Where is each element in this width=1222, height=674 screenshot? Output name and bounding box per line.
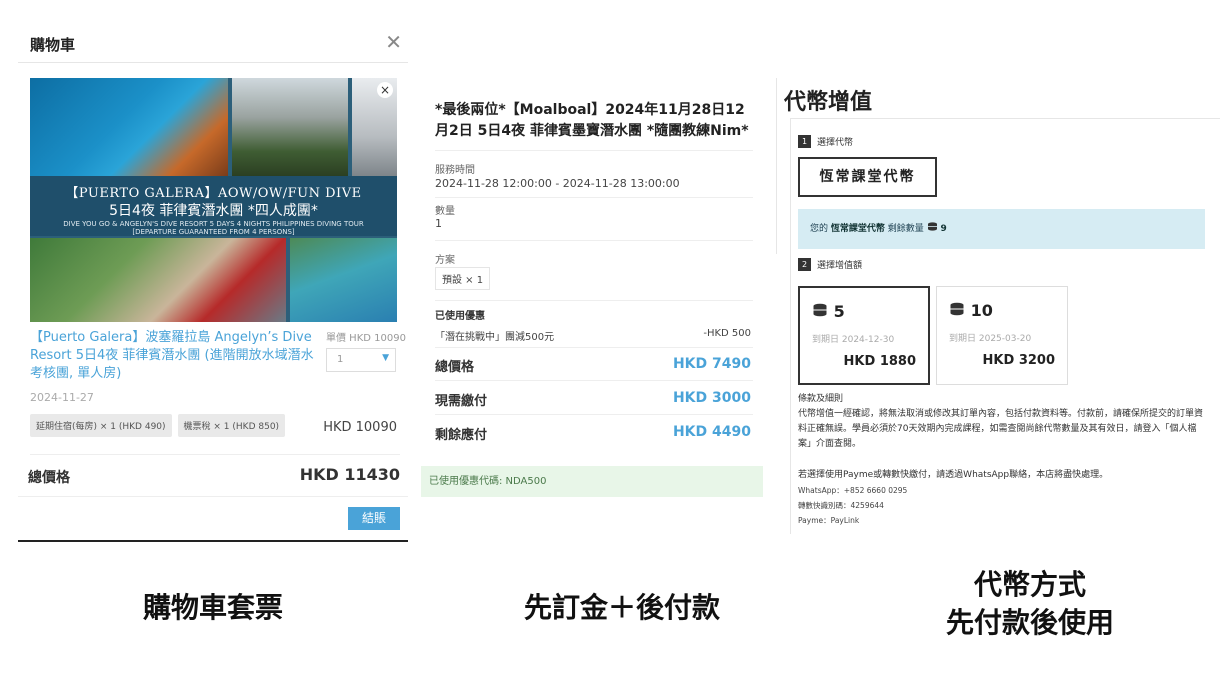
plan-chip: 預設 × 1 xyxy=(435,267,491,290)
divider xyxy=(435,150,753,151)
unit-price: 單價 HKD 10090 xyxy=(326,333,406,344)
coins-icon xyxy=(927,222,941,234)
topup-price: HKD 1880 xyxy=(843,354,916,369)
caption-token-line1: 代幣方式 xyxy=(973,568,1086,601)
product-banner-image: 【PUERTO GALERA】AOW/OW/FUN DIVE 5日4夜 菲律賓潛… xyxy=(30,78,397,322)
service-time-value: 2024-11-28 12:00:00 - 2024-11-28 13:00:0… xyxy=(435,177,680,190)
summary-value: HKD 4490 xyxy=(672,424,751,440)
cart-panel: 購物車 ✕ 【PUERTO GALERA】AOW/OW/FUN DIVE 5日4… xyxy=(18,26,408,544)
step-label: 選擇代幣 xyxy=(817,138,854,148)
remove-item-icon[interactable]: × xyxy=(377,82,393,98)
balance-token-name: 恆常課堂代幣 xyxy=(830,224,885,234)
topup-expiry: 到期日 2024-12-30 xyxy=(812,335,895,345)
banner-tagline-2: [DEPARTURE GUARANTEED FROM 4 PERSONS] xyxy=(132,228,295,236)
poolside-photo xyxy=(30,238,286,322)
topup-qty-value: 10 xyxy=(970,301,993,320)
underwater-photo xyxy=(30,78,228,176)
caption-deposit: 先訂金＋後付款 xyxy=(523,591,720,624)
terms-section: 條款及細則 代幣增值一經確認，將無法取消或修改其訂單內容，包括付款資料等。付款前… xyxy=(798,392,1208,452)
token-balance-notice: 您的 恆常課堂代幣 剩餘數量 9 xyxy=(798,209,1205,249)
terms-body: 代幣增值一經確認，將無法取消或修改其訂單內容，包括付款資料等。付款前，請確保所提… xyxy=(798,409,1204,449)
step-label: 選擇增值額 xyxy=(817,261,863,271)
coins-icon xyxy=(813,303,827,317)
divider xyxy=(435,414,753,415)
total-label: 總價格 xyxy=(28,470,70,486)
quantity-select[interactable]: 1 ▼ xyxy=(326,348,396,372)
divider xyxy=(776,78,777,254)
divider xyxy=(435,197,753,198)
topup-option-10[interactable]: 10 到期日 2025-03-20 HKD 3200 xyxy=(936,286,1068,385)
divider xyxy=(18,540,408,542)
bay-photo xyxy=(290,238,397,322)
item-total: HKD 10090 xyxy=(323,420,397,435)
divider xyxy=(18,62,408,63)
summary-value: HKD 7490 xyxy=(672,356,751,372)
quantity-value: 1 xyxy=(337,354,344,365)
summary-label: 總價格 xyxy=(435,360,475,375)
balance-suffix: 剩餘數量 xyxy=(887,224,924,234)
addon-list: 延期住宿(每房) × 1 (HKD 490) 機票稅 × 1 (HKD 850) xyxy=(30,414,286,437)
token-topup-title: 代幣增值 xyxy=(784,90,873,115)
caption-cart: 購物車套票 xyxy=(142,591,283,624)
chevron-down-icon: ▼ xyxy=(382,353,389,363)
divider xyxy=(435,300,753,301)
topup-qty-value: 5 xyxy=(833,302,845,321)
coupon-used-banner: 已使用優惠代碼: NDA500 xyxy=(421,466,763,497)
divider xyxy=(435,380,753,381)
topup-option-5[interactable]: 5 到期日 2024-12-30 HKD 1880 xyxy=(798,286,930,385)
whatsapp-contact: WhatsApp：+852 6660 0295 xyxy=(798,486,908,495)
topup-price: HKD 3200 xyxy=(982,353,1055,368)
divider xyxy=(18,496,408,497)
banner-tagline-1: DIVE YOU GO & ANGELYN'S DIVE RESORT 5 DA… xyxy=(63,220,364,228)
payment-note: 若選擇使用Payme或轉數快繳付，請透過WhatsApp聯絡，本店將盡快處理。 xyxy=(798,470,1109,480)
token-type-option[interactable]: 恆常課堂代幣 xyxy=(798,157,937,197)
topup-qty: 5 xyxy=(812,302,845,321)
payme-link[interactable]: Payme：PayLink xyxy=(798,513,1208,528)
divider xyxy=(435,240,753,241)
addon-chip: 機票稅 × 1 (HKD 850) xyxy=(177,414,286,437)
close-icon[interactable]: ✕ xyxy=(385,32,402,52)
discount-title: 已使用優惠 xyxy=(435,311,485,322)
service-time-label: 服務時間 xyxy=(435,165,475,176)
terms-title: 條款及細則 xyxy=(798,394,844,404)
balance-prefix: 您的 xyxy=(810,224,829,234)
divider xyxy=(435,347,753,348)
summary-label: 剩餘應付 xyxy=(435,428,488,443)
banner-subheadline: 5日4夜 菲律賓潛水團 *四人成團* xyxy=(109,203,318,219)
discount-name: 「潛在挑戰中」團減500元 xyxy=(435,332,555,343)
discount-value: -HKD 500 xyxy=(703,328,751,339)
divider xyxy=(30,454,400,455)
total-value: HKD 11430 xyxy=(299,465,400,484)
balance-count: 9 xyxy=(940,224,947,234)
summary-value: HKD 3000 xyxy=(672,390,751,406)
quantity-label: 數量 xyxy=(435,206,455,217)
topup-qty: 10 xyxy=(949,301,993,320)
quantity-value: 1 xyxy=(435,217,442,230)
fps-id: 轉數快識別碼：4259644 xyxy=(798,501,884,510)
banner-headline: 【PUERTO GALERA】AOW/OW/FUN DIVE xyxy=(65,186,362,201)
addon-chip: 延期住宿(每房) × 1 (HKD 490) xyxy=(30,414,172,437)
caption-token: 代幣方式 先付款後使用 xyxy=(880,566,1180,642)
summary-label: 現需繳付 xyxy=(435,394,488,409)
order-title: *最後兩位*【Moalboal】2024年11月28日12月2日 5日4夜 菲律… xyxy=(435,102,749,139)
plan-label: 方案 xyxy=(435,255,455,266)
banner-tagline: DIVE YOU GO & ANGELYN'S DIVE RESORT 5 DA… xyxy=(30,220,397,236)
step-1: 1 選擇代幣 xyxy=(798,135,853,148)
resort-photo xyxy=(232,78,348,176)
topup-expiry: 到期日 2025-03-20 xyxy=(949,334,1032,344)
payment-info: 若選擇使用Payme或轉數快繳付，請透過WhatsApp聯絡，本店將盡快處理。 … xyxy=(798,468,1208,528)
step-2: 2 選擇增值額 xyxy=(798,258,862,271)
step-number: 2 xyxy=(798,258,811,271)
caption-token-line2: 先付款後使用 xyxy=(945,606,1114,639)
checkout-button[interactable]: 結賬 xyxy=(348,507,400,530)
product-title-link[interactable]: 【Puerto Galera】波塞羅拉島 Angelyn’s Dive Reso… xyxy=(30,329,315,383)
token-topup-panel: 代幣增值 1 選擇代幣 恆常課堂代幣 您的 恆常課堂代幣 剩餘數量 9 2 選擇… xyxy=(776,78,1222,534)
step-number: 1 xyxy=(798,135,811,148)
item-date: 2024-11-27 xyxy=(30,391,94,404)
cart-title: 購物車 xyxy=(30,36,76,54)
coins-icon xyxy=(950,302,964,316)
